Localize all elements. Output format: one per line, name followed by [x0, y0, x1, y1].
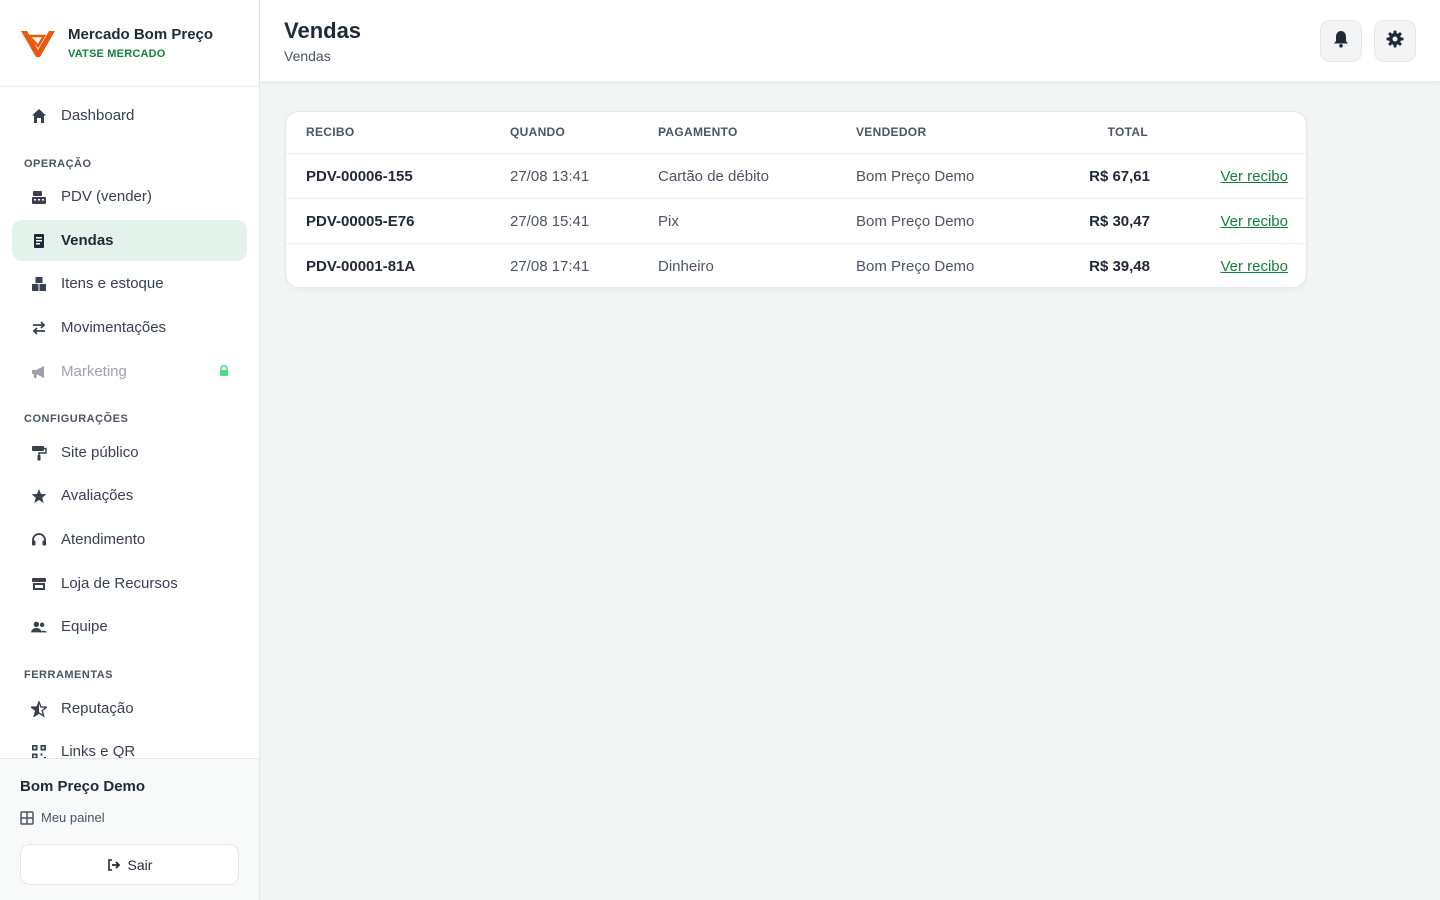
boxes-icon: [31, 276, 47, 292]
notifications-button[interactable]: [1320, 20, 1362, 62]
sidebar-item-equipe[interactable]: Equipe: [12, 606, 247, 647]
sidebar-nav: Dashboard OPERAÇÃO PDV (vender) Vendas I…: [0, 87, 259, 758]
column-header-total: TOTAL: [1107, 125, 1148, 139]
seller: Bom Preço Demo: [856, 258, 975, 275]
seller: Bom Preço Demo: [856, 168, 975, 185]
sidebar: Mercado Bom Preço VATSE MERCADO Dashboar…: [0, 0, 260, 900]
receipt-id: PDV-00005-E76: [306, 213, 415, 230]
seller: Bom Preço Demo: [856, 213, 975, 230]
payment-method: Cartão de débito: [658, 168, 769, 185]
sidebar-item-label: Marketing: [61, 363, 127, 380]
arrows-exchange-icon: [31, 320, 47, 336]
logout-button[interactable]: Sair: [20, 844, 239, 885]
brand-name: Mercado Bom Preço: [68, 26, 214, 43]
sale-total: R$ 67,61: [1089, 168, 1150, 185]
settings-button[interactable]: [1374, 20, 1416, 62]
receipt-id: PDV-00001-81A: [306, 258, 416, 275]
sidebar-item-label: Site público: [61, 444, 139, 461]
cash-register-icon: [31, 189, 47, 205]
sales-table: RECIBO QUANDO PAGAMENTO VENDEDOR TOTAL P…: [285, 111, 1307, 288]
qr-code-icon: [31, 744, 47, 758]
column-header-quando: QUANDO: [510, 125, 566, 139]
sidebar-item-label: Dashboard: [61, 107, 135, 124]
my-panel-link[interactable]: Meu painel: [20, 810, 105, 825]
sidebar-item-label: PDV (vender): [61, 188, 152, 205]
sidebar-item-label: Avaliações: [61, 487, 134, 504]
receipt-id: PDV-00006-155: [306, 168, 413, 185]
sidebar-item-label: Loja de Recursos: [61, 575, 178, 592]
sign-out-icon: [107, 858, 121, 872]
sale-total: R$ 30,47: [1089, 213, 1150, 230]
sidebar-item-atendimento[interactable]: Atendimento: [12, 519, 247, 560]
sidebar-item-label: Itens e estoque: [61, 275, 164, 292]
table-row: PDV-00001-81A 27/08 17:41 Dinheiro Bom P…: [286, 243, 1306, 287]
section-title-ferramentas: FERRAMENTAS: [24, 669, 114, 681]
table-grid-icon: [20, 810, 34, 825]
star-icon: [31, 488, 47, 504]
sale-datetime: 27/08 15:41: [510, 213, 590, 230]
sidebar-item-avaliacoes[interactable]: Avaliações: [12, 475, 247, 516]
payment-method: Pix: [658, 213, 679, 230]
table-row: PDV-00006-155 27/08 13:41 Cartão de débi…: [286, 153, 1306, 198]
brand-logo-icon: [20, 25, 56, 61]
view-receipt-link[interactable]: Ver recibo: [1220, 258, 1288, 275]
store-icon: [31, 576, 47, 592]
view-receipt-link[interactable]: Ver recibo: [1220, 213, 1288, 230]
user-name: Bom Preço Demo: [20, 778, 146, 795]
section-title-operacao: OPERAÇÃO: [24, 158, 92, 170]
breadcrumb: Vendas: [284, 48, 331, 64]
gear-icon: [1386, 30, 1404, 53]
brand-subtitle: VATSE MERCADO: [68, 48, 166, 60]
sidebar-item-loja[interactable]: Loja de Recursos: [12, 563, 247, 604]
logout-label: Sair: [127, 856, 153, 873]
sale-total: R$ 39,48: [1089, 258, 1150, 275]
receipt-icon: [31, 233, 47, 249]
column-header-vendedor: VENDEDOR: [856, 125, 927, 139]
sidebar-item-dashboard[interactable]: Dashboard: [12, 95, 247, 136]
view-receipt-link[interactable]: Ver recibo: [1220, 168, 1288, 185]
sidebar-item-reputacao[interactable]: Reputação: [12, 688, 247, 729]
column-header-recibo: RECIBO: [306, 125, 355, 139]
sidebar-item-pdv[interactable]: PDV (vender): [12, 176, 247, 217]
sidebar-item-label: Vendas: [61, 232, 114, 249]
star-half-icon: [31, 700, 47, 717]
page-title: Vendas: [284, 18, 362, 43]
column-header-pagamento: PAGAMENTO: [658, 125, 738, 139]
sidebar-item-label: Equipe: [61, 618, 108, 635]
table-row: PDV-00005-E76 27/08 15:41 Pix Bom Preço …: [286, 198, 1306, 243]
sale-datetime: 27/08 13:41: [510, 168, 590, 185]
lock-icon: [217, 364, 231, 378]
sidebar-item-marketing[interactable]: Marketing: [12, 351, 247, 392]
payment-method: Dinheiro: [658, 258, 714, 275]
bell-icon: [1333, 30, 1349, 53]
my-panel-label: Meu painel: [41, 810, 105, 825]
headset-icon: [31, 532, 47, 548]
section-title-configuracoes: CONFIGURAÇÕES: [24, 413, 129, 425]
brand[interactable]: Mercado Bom Preço VATSE MERCADO: [0, 0, 259, 87]
sidebar-item-site[interactable]: Site público: [12, 432, 247, 473]
sidebar-item-label: Reputação: [61, 700, 134, 717]
megaphone-icon: [31, 364, 47, 380]
top-header: Vendas Vendas: [260, 0, 1440, 82]
sidebar-item-label: Movimentações: [61, 319, 167, 336]
home-icon: [31, 108, 47, 124]
sale-datetime: 27/08 17:41: [510, 258, 590, 275]
sidebar-item-vendas[interactable]: Vendas: [12, 220, 247, 261]
sidebar-item-links[interactable]: Links e QR: [12, 731, 247, 758]
users-icon: [31, 619, 47, 635]
sidebar-item-label: Links e QR: [61, 743, 136, 758]
paint-roller-icon: [31, 445, 47, 461]
sidebar-item-label: Atendimento: [61, 531, 146, 548]
sidebar-item-movimentacoes[interactable]: Movimentações: [12, 307, 247, 348]
sidebar-item-itens[interactable]: Itens e estoque: [12, 263, 247, 304]
sidebar-footer: Bom Preço Demo Meu painel Sair: [0, 758, 259, 900]
